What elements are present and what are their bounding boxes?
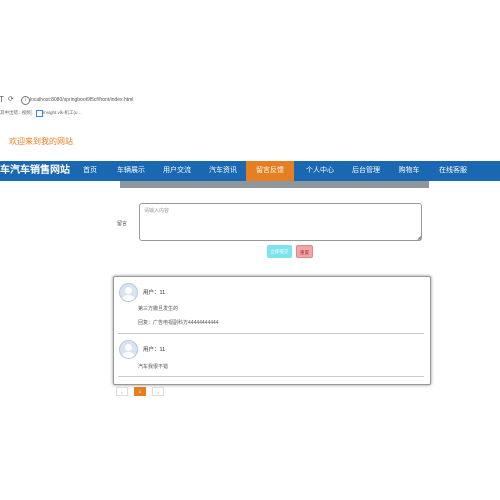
nav-underbar: [120, 181, 429, 188]
pagination-next[interactable]: >: [152, 387, 164, 396]
bookmark-item[interactable]: Insight.vlk-机工(u...: [43, 110, 81, 116]
bookmark-page-icon: [36, 110, 43, 117]
submit-button[interactable]: 立即提交: [267, 245, 292, 258]
bookmark-item[interactable]: 其中出错 : 视频...: [0, 110, 35, 116]
bookmark-divider: [31, 109, 32, 116]
message-divider: [118, 333, 424, 334]
address-bar[interactable]: localhost:8080/springboot9f5cf/front/ind…: [30, 96, 133, 105]
message-reply: 回复：广告电视副科方44444444444: [138, 320, 219, 326]
pagination-prev[interactable]: <: [116, 387, 128, 396]
nav-item-cart[interactable]: 购物车: [394, 161, 424, 181]
refresh-icon[interactable]: ⟳: [8, 95, 14, 105]
nav-item-cars[interactable]: 车辆展示: [112, 161, 150, 181]
pagination-page[interactable]: 1: [134, 387, 146, 396]
reset-button[interactable]: 重置: [296, 245, 313, 258]
message-list: 用户：11 第三方撒旦发生的 回复：广告电视副科方44444444444 用户：…: [113, 276, 431, 385]
message-content: 第三方撒旦发生的: [138, 306, 179, 312]
nav-item-support[interactable]: 在线客服: [434, 161, 472, 181]
resize-handle-icon[interactable]: ◢: [417, 236, 421, 241]
nav-item-community[interactable]: 用户交流: [158, 161, 196, 181]
welcome-text: 欢迎来到我的网站: [9, 137, 73, 146]
nav-item-admin[interactable]: 后台管理: [347, 161, 385, 181]
nav-item-news[interactable]: 汽车资讯: [204, 161, 242, 181]
message-textarea[interactable]: [139, 203, 422, 241]
content-label: 留言: [117, 221, 128, 227]
avatar: [119, 340, 138, 359]
site-info-icon[interactable]: i: [21, 96, 30, 105]
nav-item-feedback[interactable]: 留言反馈: [246, 161, 294, 181]
message-content: 汽车我很不错: [138, 364, 169, 370]
message-user: 用户：11: [143, 290, 166, 296]
message-divider: [118, 376, 424, 377]
avatar: [119, 283, 138, 302]
nav-item-home[interactable]: 首页: [76, 161, 104, 181]
site-title: 车汽车销售网站: [0, 165, 70, 176]
back-arrow-icon[interactable]: T: [0, 95, 4, 105]
message-user: 用户：11: [143, 347, 166, 353]
nav-item-profile[interactable]: 个人中心: [301, 161, 339, 181]
